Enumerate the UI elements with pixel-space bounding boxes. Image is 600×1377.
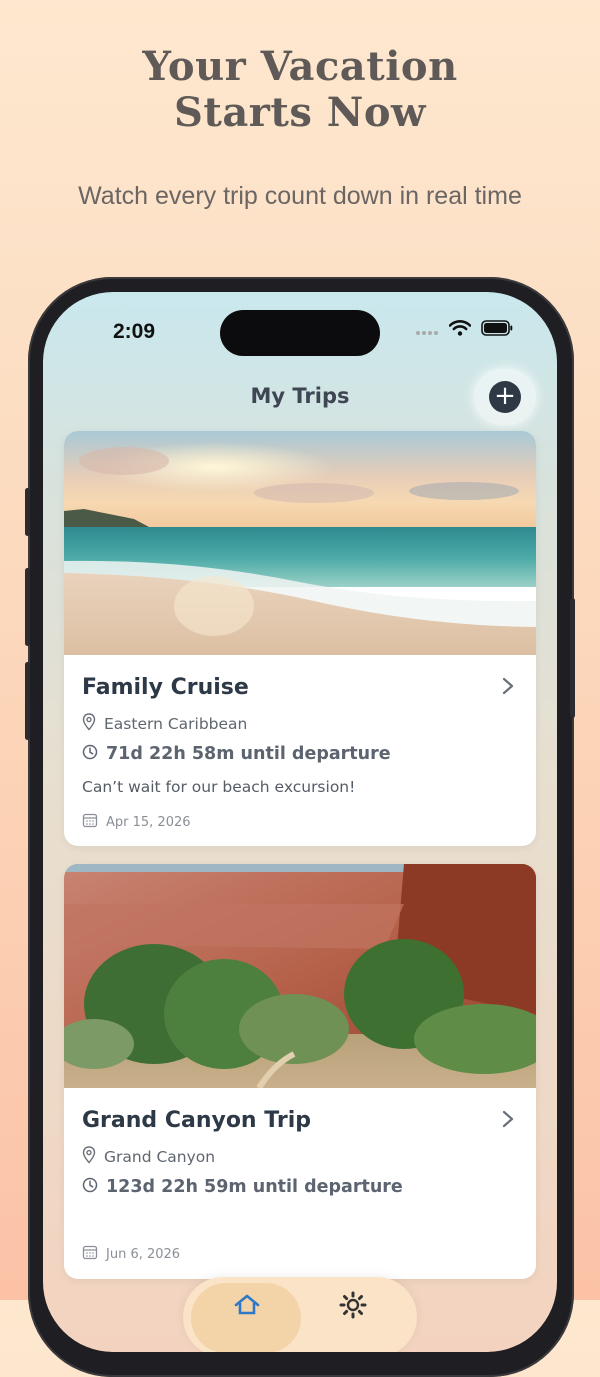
- trip-location: Eastern Caribbean: [104, 715, 248, 733]
- trip-title: Grand Canyon Trip: [82, 1108, 311, 1133]
- trip-card[interactable]: Family Cruise Eastern Caribbean 71d 22h …: [64, 431, 536, 846]
- promo-subtitle: Watch every trip count down in real time: [78, 182, 522, 210]
- status-icons: [415, 320, 513, 340]
- calendar-icon: [82, 812, 98, 832]
- wifi-icon: [448, 320, 472, 340]
- tab-bar: [183, 1277, 417, 1352]
- promo-headline-line2: Starts Now: [174, 89, 426, 136]
- trip-date: Apr 15, 2026: [106, 814, 191, 830]
- trip-card[interactable]: Grand Canyon Trip Grand Canyon 123d 22h …: [64, 864, 536, 1279]
- phone-screen: 2:09 My Trips + Family Cruise Eastern Ca…: [43, 292, 557, 1352]
- promo-headline: Your Vacation Starts Now: [0, 44, 600, 136]
- status-time: 2:09: [113, 320, 156, 343]
- trip-title: Family Cruise: [82, 675, 249, 700]
- gear-icon[interactable]: [339, 1291, 367, 1323]
- battery-icon: [481, 320, 513, 340]
- side-button-action: [25, 488, 30, 536]
- map-pin-icon: [82, 713, 96, 735]
- add-trip-button[interactable]: +: [474, 369, 536, 425]
- calendar-icon: [82, 1244, 98, 1264]
- dynamic-island: [220, 310, 380, 356]
- side-button-volume-down: [25, 662, 30, 740]
- trip-location: Grand Canyon: [104, 1148, 216, 1166]
- trip-date: Jun 6, 2026: [106, 1246, 181, 1262]
- trip-countdown-row: 123d 22h 59m until departure: [82, 1177, 403, 1197]
- clock-icon: [82, 744, 98, 764]
- trip-image-beach: [64, 431, 536, 655]
- side-button-power: [570, 598, 575, 718]
- trip-location-row: Eastern Caribbean: [82, 713, 247, 735]
- trip-countdown-row: 71d 22h 58m until departure: [82, 744, 391, 764]
- trip-note: Can’t wait for our beach excursion!: [82, 778, 356, 796]
- promo-headline-line1: Your Vacation: [142, 43, 458, 90]
- trip-date-row: Apr 15, 2026: [82, 812, 191, 832]
- chevron-right-icon[interactable]: [502, 1110, 514, 1132]
- trip-location-row: Grand Canyon: [82, 1146, 215, 1168]
- chevron-right-icon[interactable]: [502, 677, 514, 699]
- home-icon: [233, 1293, 261, 1319]
- trip-countdown: 123d 22h 59m until departure: [106, 1177, 403, 1197]
- trip-image-canyon: [64, 864, 536, 1088]
- plus-icon: +: [489, 381, 521, 413]
- signal-icon: [415, 321, 439, 340]
- side-button-volume-up: [25, 568, 30, 646]
- trip-date-row: Jun 6, 2026: [82, 1244, 180, 1264]
- map-pin-icon: [82, 1146, 96, 1168]
- clock-icon: [82, 1177, 98, 1197]
- trip-countdown: 71d 22h 58m until departure: [106, 744, 391, 764]
- tab-home[interactable]: [191, 1283, 301, 1352]
